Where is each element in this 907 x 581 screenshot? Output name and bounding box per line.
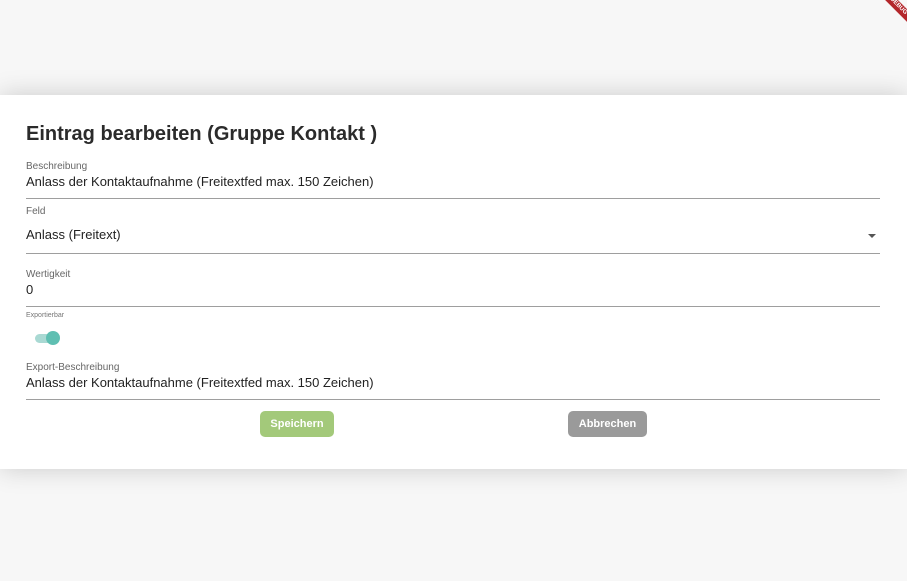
toggle-thumb [46,331,60,345]
feld-select[interactable]: Feld Anlass (Freitext) [26,206,880,254]
dialog-title: Eintrag bearbeiten (Gruppe Kontakt ) [26,123,378,145]
feld-label: Feld [26,206,46,217]
wertigkeit-field[interactable]: Wertigkeit 0 [26,269,880,307]
export-beschreibung-input[interactable]: Anlass der Kontaktaufnahme (Freitextfed … [26,375,880,390]
wertigkeit-label: Wertigkeit [26,269,71,280]
beschreibung-label: Beschreibung [26,161,88,172]
cancel-button[interactable]: Abbrechen [568,411,647,437]
edit-entry-dialog: Eintrag bearbeiten (Gruppe Kontakt ) Bes… [0,95,907,469]
feld-selected-value[interactable]: Anlass (Freitext) [26,227,880,242]
exportierbar-toggle[interactable] [35,331,60,345]
wertigkeit-input[interactable]: 0 [26,282,880,297]
dropdown-arrow-icon[interactable] [868,234,876,238]
save-button[interactable]: Speichern [260,411,334,437]
export-beschreibung-label: Export-Beschreibung [26,362,120,373]
debug-banner: DEBUG [867,0,907,40]
beschreibung-field[interactable]: Beschreibung Anlass der Kontaktaufnahme … [26,161,880,199]
exportierbar-label: Exportierbar [26,312,65,319]
export-beschreibung-field[interactable]: Export-Beschreibung Anlass der Kontaktau… [26,362,880,400]
debug-banner-label: DEBUG [877,0,907,28]
beschreibung-input[interactable]: Anlass der Kontaktaufnahme (Freitextfed … [26,174,880,189]
